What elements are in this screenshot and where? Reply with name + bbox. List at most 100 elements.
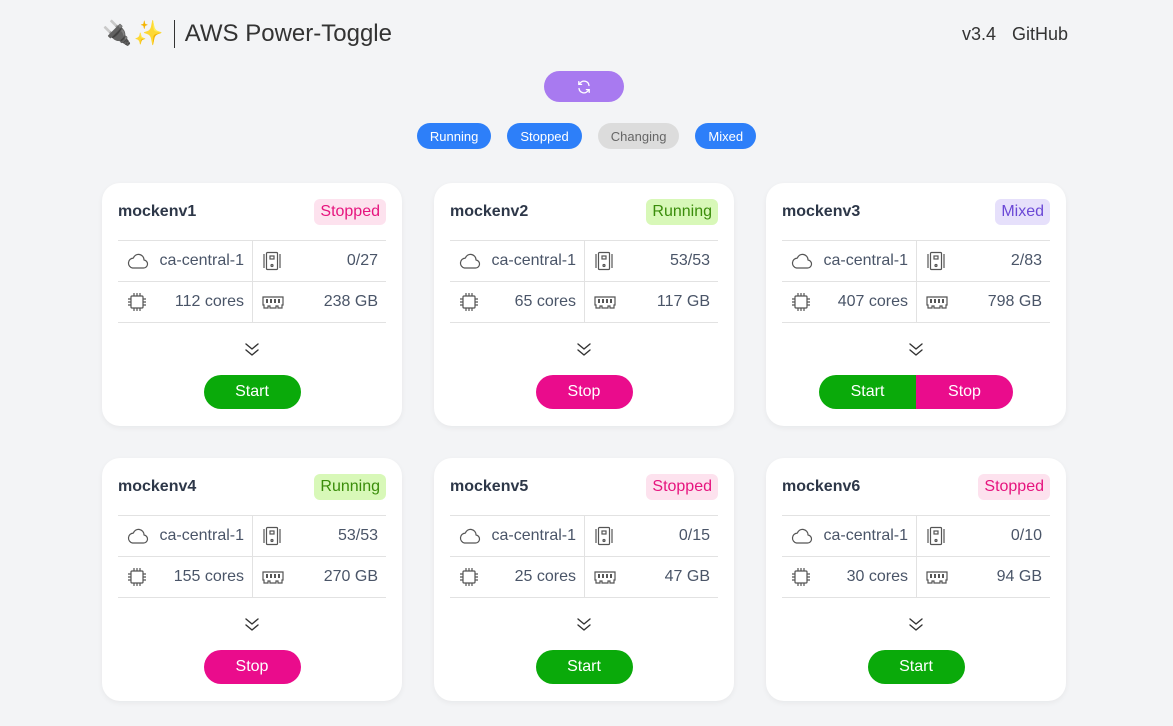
region-stat: ca-central-1 (118, 516, 253, 557)
instances-stat: 0/10 (917, 516, 1050, 557)
expand-details-button[interactable] (450, 323, 718, 375)
filter-stopped[interactable]: Stopped (507, 123, 582, 149)
start-button[interactable]: Start (867, 650, 965, 684)
region-value: ca-central-1 (823, 252, 908, 269)
github-link[interactable]: GitHub (1012, 24, 1068, 45)
memory-value: 47 GB (664, 568, 710, 585)
instances-value: 0/10 (1010, 527, 1042, 544)
env-card-mockenv1: mockenv1 Stopped ca-central-1 0/27 112 c… (102, 183, 402, 426)
server-instances-icon (263, 526, 281, 546)
memory-icon (262, 571, 284, 584)
memory-value: 798 GB (987, 293, 1042, 310)
instances-value: 53/53 (337, 527, 378, 544)
env-name: mockenv2 (450, 202, 529, 220)
refresh-icon (578, 80, 590, 93)
cores-value: 155 cores (173, 568, 244, 585)
memory-icon (594, 571, 616, 584)
env-card-header: mockenv3 Mixed (782, 183, 1050, 241)
filter-mixed[interactable]: Mixed (695, 123, 757, 149)
cloud-icon (459, 253, 481, 269)
cloud-icon (791, 528, 813, 544)
stop-button[interactable]: Stop (916, 375, 1013, 409)
sparkles-icon: ✨ (133, 20, 164, 47)
env-card-header: mockenv4 Running (118, 458, 386, 516)
refresh-button[interactable] (544, 71, 624, 102)
memory-value: 117 GB (656, 293, 710, 310)
memory-stat: 798 GB (917, 282, 1050, 323)
header-nav: v3.4 GitHub (962, 24, 1068, 45)
region-value: ca-central-1 (491, 527, 576, 544)
chevron-double-down-icon (245, 618, 259, 631)
cores-value: 30 cores (846, 568, 908, 585)
cores-value: 112 cores (174, 293, 244, 310)
cpu-icon (792, 568, 810, 586)
cpu-icon (460, 293, 478, 311)
instances-stat: 0/15 (585, 516, 718, 557)
memory-stat: 238 GB (253, 282, 386, 323)
status-badge: Stopped (314, 198, 386, 225)
env-card-mockenv5: mockenv5 Stopped ca-central-1 0/15 25 co… (434, 458, 734, 701)
cloud-icon (127, 528, 149, 544)
env-grid: mockenv1 Stopped ca-central-1 0/27 112 c… (102, 183, 1066, 701)
start-button[interactable]: Start (203, 375, 301, 409)
start-button[interactable]: Start (535, 650, 633, 684)
env-actions: Stop (118, 650, 386, 684)
env-actions: Start (782, 650, 1050, 684)
cloud-icon (127, 253, 149, 269)
status-badge: Running (314, 473, 386, 500)
env-card-mockenv4: mockenv4 Running ca-central-1 53/53 155 … (102, 458, 402, 701)
filter-changing[interactable]: Changing (597, 123, 680, 149)
env-stats: ca-central-1 53/53 155 cores 270 GB (118, 516, 386, 598)
plug-icon: 🔌 (102, 20, 132, 47)
filter-running[interactable]: Running (416, 123, 492, 149)
expand-details-button[interactable] (450, 598, 718, 650)
expand-details-button[interactable] (782, 323, 1050, 375)
env-stats: ca-central-1 53/53 65 cores 117 GB (450, 241, 718, 323)
env-name: mockenv4 (118, 477, 197, 495)
memory-value: 94 GB (996, 568, 1042, 585)
status-badge: Mixed (995, 198, 1050, 225)
region-stat: ca-central-1 (450, 241, 585, 282)
env-name: mockenv6 (782, 477, 861, 495)
instances-value: 0/15 (678, 527, 710, 544)
memory-stat: 47 GB (585, 557, 718, 598)
region-value: ca-central-1 (491, 252, 576, 269)
server-instances-icon (595, 251, 613, 271)
memory-stat: 117 GB (585, 282, 718, 323)
app-header: 🔌 ✨ AWS Power-Toggle v3.4 GitHub (102, 17, 1068, 51)
cores-stat: 30 cores (782, 557, 917, 598)
env-actions: Start (118, 375, 386, 409)
stop-button[interactable]: Stop (535, 375, 633, 409)
status-badge: Stopped (646, 473, 718, 500)
cores-stat: 25 cores (450, 557, 585, 598)
brand-logo: 🔌 ✨ (102, 19, 164, 49)
expand-details-button[interactable] (118, 323, 386, 375)
instances-stat: 0/27 (253, 241, 386, 282)
cpu-icon (792, 293, 810, 311)
stop-button[interactable]: Stop (203, 650, 301, 684)
memory-icon (594, 296, 616, 309)
region-stat: ca-central-1 (782, 516, 917, 557)
env-stats: ca-central-1 0/10 30 cores 94 GB (782, 516, 1050, 598)
cores-value: 25 cores (514, 568, 576, 585)
env-stats: ca-central-1 0/15 25 cores 47 GB (450, 516, 718, 598)
expand-details-button[interactable] (118, 598, 386, 650)
memory-icon (926, 571, 948, 584)
cores-stat: 155 cores (118, 557, 253, 598)
memory-icon (926, 296, 948, 309)
chevron-double-down-icon (245, 343, 259, 356)
expand-details-button[interactable] (782, 598, 1050, 650)
chevron-double-down-icon (909, 343, 923, 356)
app-title: AWS Power-Toggle (184, 20, 392, 47)
env-actions: Start (450, 650, 718, 684)
env-name: mockenv1 (118, 202, 197, 220)
brand-divider (173, 20, 175, 48)
env-stats: ca-central-1 2/83 407 cores 798 GB (782, 241, 1050, 323)
status-filters: Running Stopped Changing Mixed (0, 123, 1173, 149)
env-card-header: mockenv2 Running (450, 183, 718, 241)
cloud-icon (459, 528, 481, 544)
start-button[interactable]: Start (819, 375, 916, 409)
env-stats: ca-central-1 0/27 112 cores 238 GB (118, 241, 386, 323)
instances-value: 2/83 (1010, 252, 1042, 269)
instances-value: 0/27 (346, 252, 378, 269)
